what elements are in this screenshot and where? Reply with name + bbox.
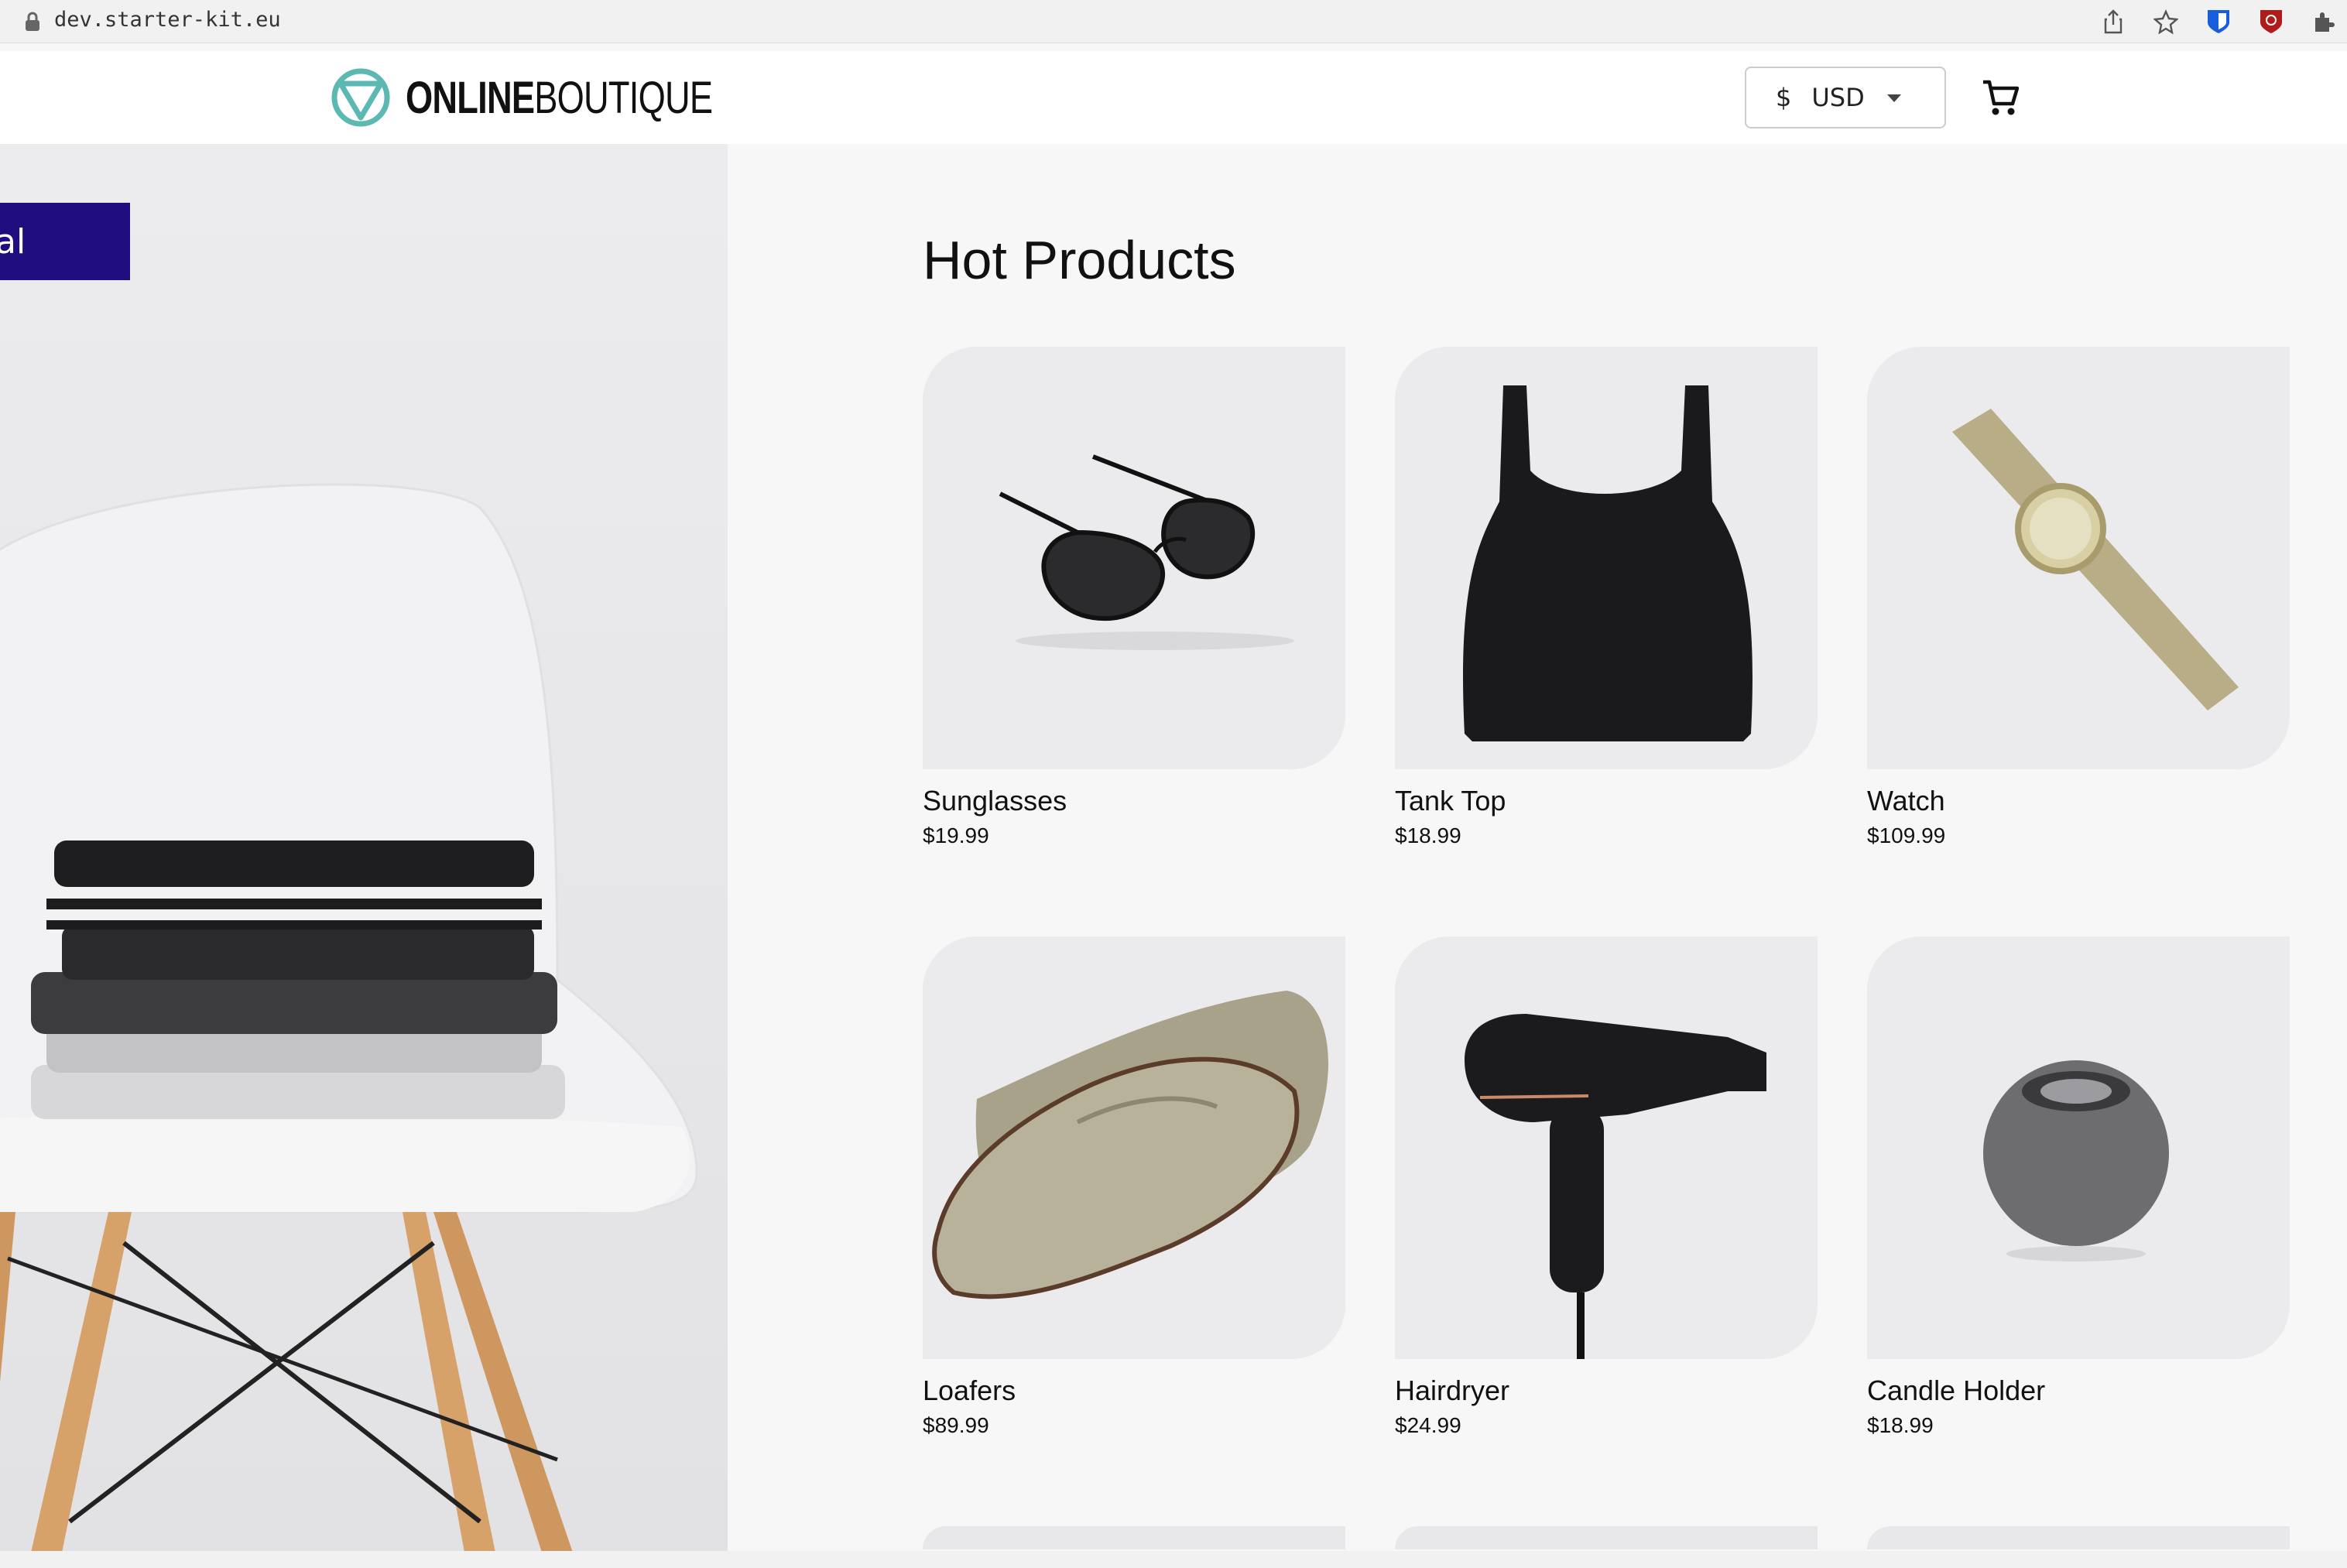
currency-selector[interactable]: $ USD (1745, 67, 1946, 128)
window-bottom-edge (0, 1551, 2347, 1568)
product-image-partial[interactable] (1867, 1526, 2290, 1549)
product-price: $24.99 (1395, 1413, 1461, 1437)
site-header: ONLINEBOUTIQUE $ USD (0, 51, 2347, 144)
product-price: $18.99 (1867, 1413, 1934, 1437)
sunglasses-illustration (923, 347, 1345, 769)
product-image[interactable] (1867, 936, 2290, 1359)
currency-code: USD (1811, 83, 1865, 112)
product-card[interactable]: Sunglasses $19.99 (923, 347, 1345, 847)
section-title: Hot Products (923, 230, 1236, 290)
adblock-extension-icon[interactable] (2256, 6, 2287, 37)
hairdryer-illustration (1395, 936, 1818, 1359)
logo-icon (331, 68, 390, 127)
cart-icon[interactable] (1982, 77, 2019, 118)
product-image[interactable] (1867, 347, 2290, 769)
dropdown-caret-icon (1887, 94, 1901, 102)
loafers-illustration (923, 936, 1345, 1359)
product-name[interactable]: Tank Top (1395, 785, 1506, 817)
product-name[interactable]: Candle Holder (1867, 1375, 2045, 1407)
watch-illustration (1867, 347, 2290, 769)
product-price: $89.99 (923, 1413, 989, 1437)
candle-holder-illustration (1867, 936, 2290, 1359)
bookmark-star-icon[interactable] (2150, 6, 2181, 37)
product-name[interactable]: Hairdryer (1395, 1375, 1509, 1407)
product-name[interactable]: Sunglasses (923, 785, 1067, 817)
chair-illustration (0, 144, 728, 1553)
product-card[interactable]: Loafers $89.99 (923, 936, 1345, 1437)
password-manager-extension-icon[interactable] (2203, 6, 2234, 37)
product-image-partial[interactable] (923, 1526, 1345, 1549)
product-image[interactable] (923, 936, 1345, 1359)
hero-banner-label[interactable]: al (0, 203, 130, 280)
product-card[interactable]: Candle Holder $18.99 (1867, 936, 2290, 1437)
product-image[interactable] (1395, 347, 1818, 769)
product-image-partial[interactable] (1395, 1526, 1818, 1549)
share-icon[interactable] (2098, 6, 2129, 37)
product-card[interactable]: Tank Top $18.99 (1395, 347, 1818, 847)
lock-icon (26, 12, 39, 31)
tank-top-illustration (1395, 347, 1818, 769)
product-price: $109.99 (1867, 823, 1946, 847)
extensions-puzzle-icon[interactable] (2308, 6, 2339, 37)
product-image[interactable] (923, 347, 1345, 769)
product-card[interactable]: Watch $109.99 (1867, 347, 2290, 847)
logo-wordmark: ONLINEBOUTIQUE (406, 72, 713, 123)
product-image[interactable] (1395, 936, 1818, 1359)
address-bar-url[interactable]: dev.starter-kit.eu (54, 8, 281, 32)
product-price: $18.99 (1395, 823, 1461, 847)
currency-symbol: $ (1776, 83, 1792, 112)
product-name[interactable]: Watch (1867, 785, 1945, 817)
browser-toolbar: dev.starter-kit.eu (0, 0, 2347, 43)
product-name[interactable]: Loafers (923, 1375, 1016, 1407)
hero-image: al (0, 144, 728, 1553)
product-card[interactable]: Hairdryer $24.99 (1395, 936, 1818, 1437)
product-price: $19.99 (923, 823, 989, 847)
site-logo[interactable]: ONLINEBOUTIQUE (330, 67, 799, 128)
